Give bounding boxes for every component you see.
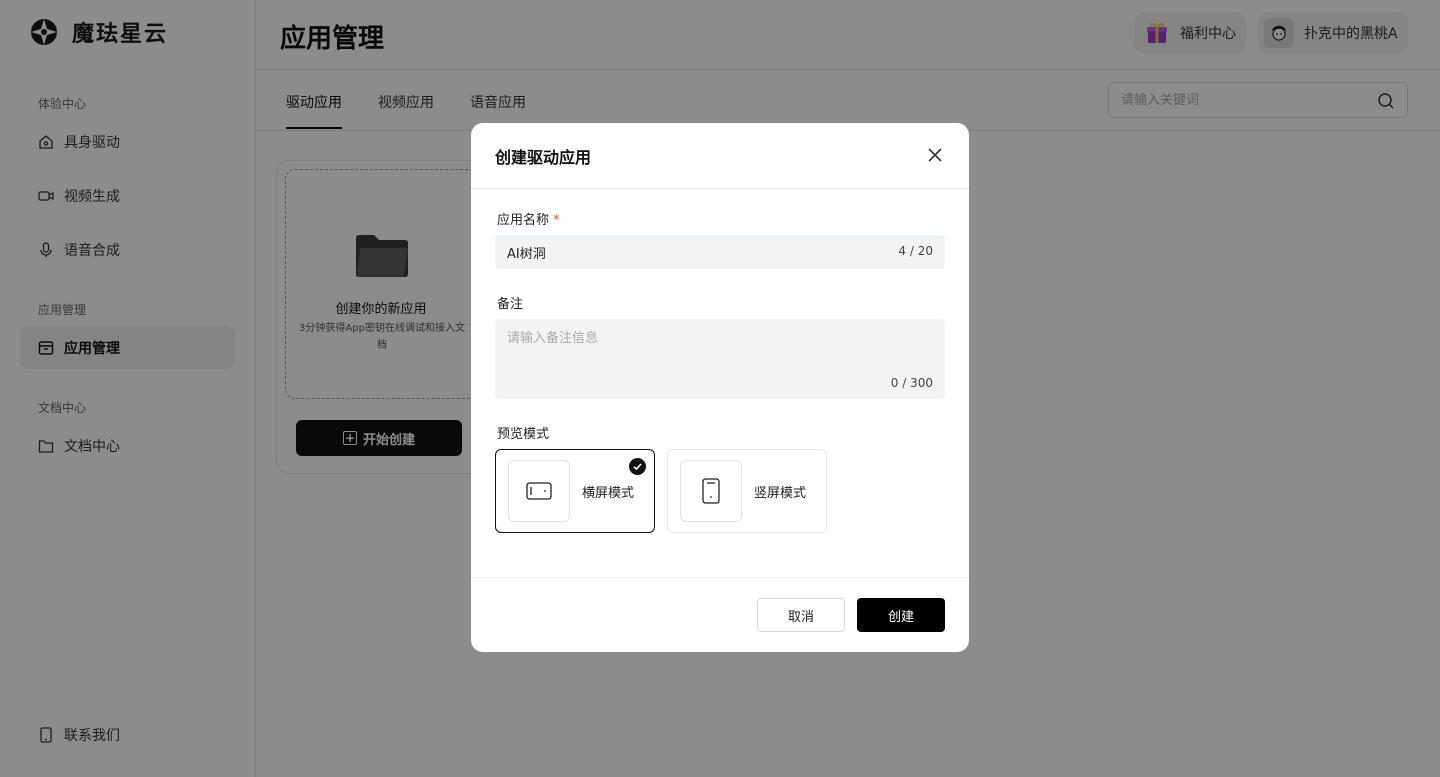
create-drive-app-dialog: 创建驱动应用 应用名称* 4 / 20 备注 0 / 300 预览模式 横屏模式…	[471, 123, 969, 652]
portrait-mode-option[interactable]: 竖屏模式	[667, 449, 827, 533]
app-name-label-text: 应用名称	[497, 213, 550, 228]
create-button[interactable]: 创建	[857, 598, 945, 632]
note-label: 备注	[497, 297, 524, 312]
landscape-mode-option[interactable]: 横屏模式	[495, 449, 655, 533]
dialog-title: 创建驱动应用	[495, 148, 592, 167]
dialog-header: 创建驱动应用	[471, 123, 969, 189]
landscape-mode-label: 横屏模式	[582, 486, 635, 501]
close-icon[interactable]	[925, 145, 945, 165]
portrait-screen-icon	[680, 460, 742, 522]
check-icon	[629, 458, 646, 475]
app-name-field: 4 / 20	[495, 235, 945, 269]
app-name-label: 应用名称 *	[497, 209, 560, 228]
dialog-footer: 取消 创建	[471, 577, 969, 652]
app-name-counter: 4 / 20	[898, 244, 933, 258]
landscape-screen-icon	[508, 460, 570, 522]
required-mark: *	[553, 213, 560, 228]
preview-mode-label: 预览模式	[497, 427, 550, 442]
app-name-input[interactable]	[495, 235, 875, 269]
note-field: 0 / 300	[495, 319, 945, 399]
note-counter: 0 / 300	[890, 376, 933, 390]
cancel-button[interactable]: 取消	[757, 598, 845, 632]
note-textarea[interactable]	[495, 319, 935, 375]
portrait-mode-label: 竖屏模式	[754, 486, 807, 501]
